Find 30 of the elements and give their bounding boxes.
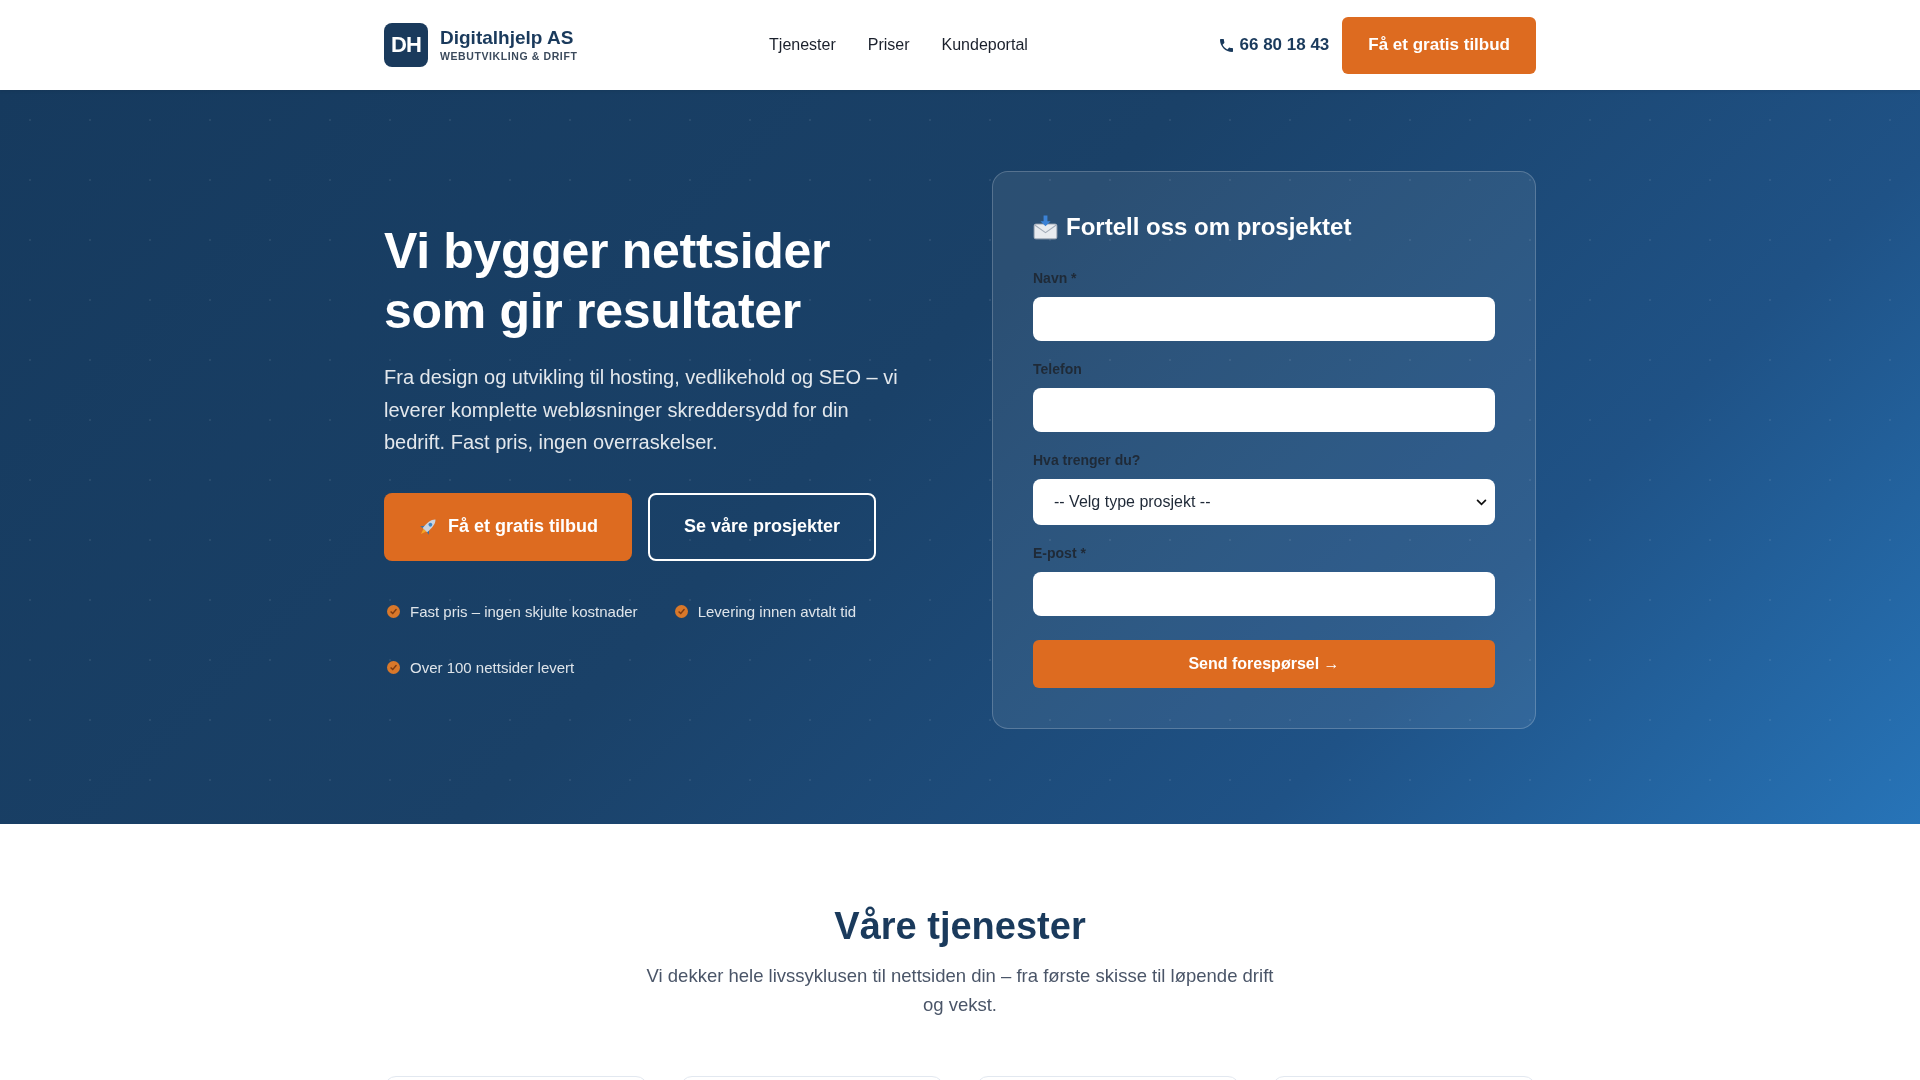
envelope-arrow-icon	[1033, 214, 1058, 240]
check-icon	[674, 605, 688, 619]
dropdown-field[interactable]: -- Velg type prosjekt --	[1033, 479, 1495, 525]
check-icon	[387, 605, 400, 619]
check-icon	[387, 661, 400, 675]
text-field[interactable]	[1033, 297, 1495, 341]
field-label: Navn *	[1033, 269, 1077, 288]
field-label: Hva trenger du?	[1033, 451, 1141, 470]
nav-link[interactable]: Priser	[867, 36, 910, 54]
highlight-text: Levering innen avtalt tid	[697, 601, 857, 622]
text-field[interactable]	[1033, 388, 1495, 432]
highlight-text: Fast pris – ingen skjulte kostnader	[410, 601, 638, 622]
company-tagline: WEBUTVIKLING & DRIFT	[440, 49, 578, 63]
section-intro: Vi dekker hele livssyklusen til nettsiden din – fra første skisse til løpende drift og vekst.	[645, 964, 1275, 1017]
nav-link[interactable]: Kundeportal	[941, 36, 1028, 54]
hero-intro: Fra design og utvikling til hosting, vedlikehold og SEO – vi leverer komplette webløsninger skreddersydd for din bedrift. Fast pris, ingen overraskelser.	[384, 365, 899, 456]
company-name: Digitalhjelp AS	[440, 27, 575, 49]
chevron-down-icon	[1476, 498, 1487, 506]
form-title: Fortell oss om prosjektet	[1066, 212, 1352, 242]
nav-link[interactable]: Tjenester	[769, 36, 836, 54]
section-title: Våre tjenester	[833, 904, 1087, 949]
highlight-text: Over 100 nettsider levert	[410, 657, 575, 678]
projects-button[interactable]: Se våre prosjekter	[648, 492, 877, 561]
text-field[interactable]	[1033, 572, 1495, 616]
phone-icon	[1219, 38, 1233, 52]
field-label: Telefon	[1033, 360, 1082, 379]
logo-mark: DH	[384, 23, 428, 67]
field-label: E-post *	[1033, 544, 1086, 563]
phone-link[interactable]: 66 80 18 43	[1219, 35, 1330, 55]
hero-heading: Vi bygger nettsider som gir resultater	[384, 222, 832, 342]
